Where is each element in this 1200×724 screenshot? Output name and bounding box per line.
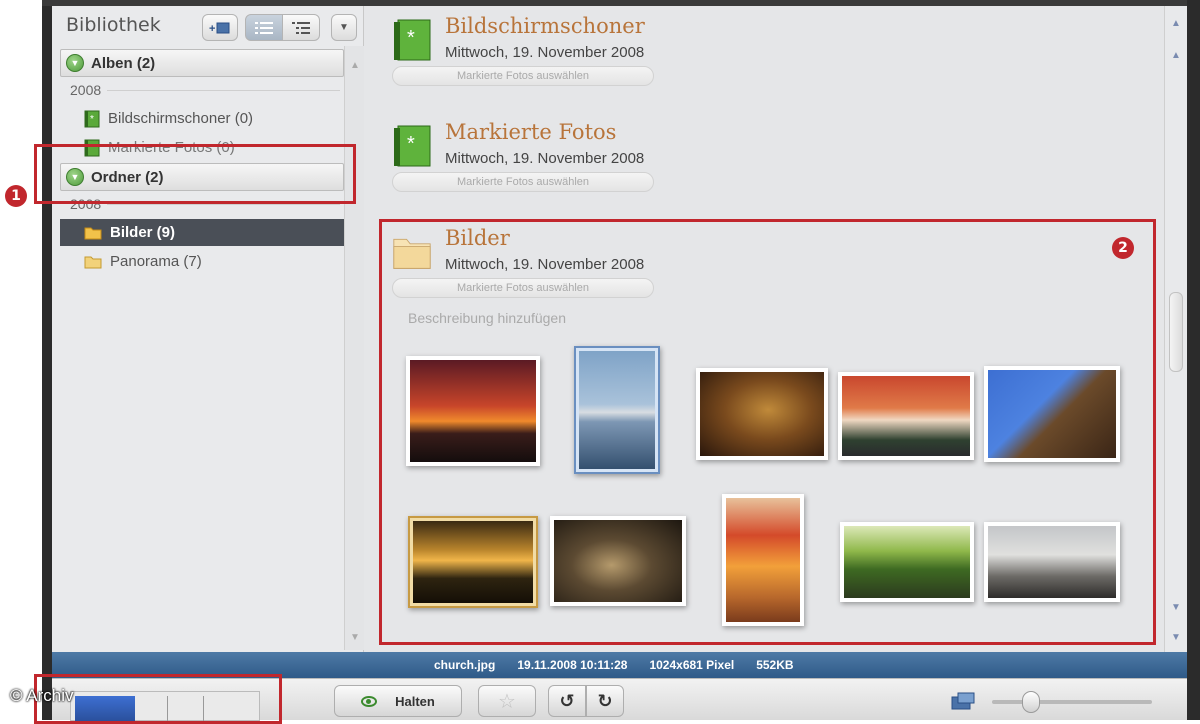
section-albums[interactable]: ▼ Alben (2) [60,49,344,77]
rotate-right-icon: ↻ [597,690,613,711]
year-divider: 2008 [70,82,340,98]
expand-toggle-icon[interactable]: ▼ [66,54,84,72]
scroll-up-icon[interactable]: ▲ [1171,50,1181,61]
section-albums-label: Alben (2) [91,54,156,72]
status-filename: church.jpg [434,658,496,672]
star-icon: ☆ [498,690,516,713]
album-title[interactable]: Markierte Fotos [445,120,616,144]
list-view-icon [255,21,273,34]
annotation-box-1 [34,144,356,204]
hold-button-label: Halten [395,693,435,709]
sidebar-scrollbar[interactable]: ▲ ▼ [344,46,364,650]
svg-text:*: * [407,133,415,155]
select-marked-photos-button[interactable]: Markierte Fotos auswählen [392,66,654,86]
rotate-left-icon: ↺ [559,690,575,711]
annotation-box-2 [379,219,1156,645]
sidebar-item-label: Bilder (9) [110,224,176,241]
sidebar-menu-button[interactable]: ▼ [331,14,357,41]
select-marked-photos-button[interactable]: Markierte Fotos auswählen [392,172,654,192]
album-entry[interactable]: * Bildschirmschoner Mittwoch, 19. Novemb… [392,14,1092,94]
sidebar-header: Bibliothek + ▼ [52,6,364,46]
chevron-down-icon: ▼ [339,22,349,33]
rotate-left-button[interactable]: ↺ [548,685,586,717]
window-frame-left [42,0,52,720]
hold-button[interactable]: Halten [334,685,462,717]
annotation-marker-2: 2 [1112,237,1134,259]
svg-text:*: * [407,27,415,49]
scroll-down-icon[interactable]: ▼ [1171,602,1181,613]
rate-star-button[interactable]: ☆ [478,685,536,717]
sidebar-item-label: Panorama (7) [110,253,202,270]
sidebar-title: Bibliothek [66,14,161,36]
zoom-slider-track[interactable] [992,700,1152,704]
add-album-icon: + [209,22,230,35]
rotate-right-button[interactable]: ↻ [586,685,624,717]
scrollbar-thumb[interactable] [1169,292,1183,372]
status-filesize: 552KB [756,658,794,672]
sidebar-item-label: Bildschirmschoner (0) [108,110,254,127]
album-entry[interactable]: * Markierte Fotos Mittwoch, 19. November… [392,120,1092,200]
folder-icon [84,256,102,269]
album-book-icon: * [394,19,431,61]
scroll-down-icon[interactable]: ▼ [1171,632,1181,643]
sidebar-item-bildschirmschoner[interactable]: * Bildschirmschoner (0) [60,105,344,132]
copyright-watermark: © Archiv [10,686,74,705]
scroll-up-icon[interactable]: ▲ [1171,18,1181,29]
album-date: Mittwoch, 19. November 2008 [445,44,645,61]
year-label: 2008 [70,82,102,98]
add-album-button[interactable]: + [202,14,238,41]
status-datetime: 19.11.2008 10:11:28 [517,658,628,672]
scroll-up-icon[interactable]: ▲ [350,60,360,71]
album-book-icon: * [84,110,100,127]
sidebar-item-panorama[interactable]: Panorama (7) [60,248,344,275]
svg-text:*: * [90,114,94,125]
status-dimensions: 1024x681 Pixel [649,658,735,672]
tree-view-button[interactable] [282,14,320,41]
svg-text:+: + [209,23,215,35]
zoom-slider-handle[interactable] [1022,691,1040,713]
tree-view-icon [292,21,310,34]
eye-icon [361,695,378,707]
scroll-down-icon[interactable]: ▼ [350,632,360,643]
list-view-button[interactable] [245,14,283,41]
annotation-marker-1: 1 [5,185,27,207]
sidebar-item-bilder[interactable]: Bilder (9) [60,219,344,246]
library-sidebar: Bibliothek + ▼ ▼ Alben (2) 2008 * Bildsc… [52,6,364,652]
folder-icon [84,227,102,240]
zoom-thumbnail-icon [951,692,975,710]
album-book-icon: * [394,125,431,167]
album-date: Mittwoch, 19. November 2008 [445,150,645,167]
window-frame-right [1187,0,1200,720]
album-title[interactable]: Bildschirmschoner [445,14,645,38]
content-scrollbar[interactable]: ▲ ▲ ▼ ▼ [1164,6,1187,652]
